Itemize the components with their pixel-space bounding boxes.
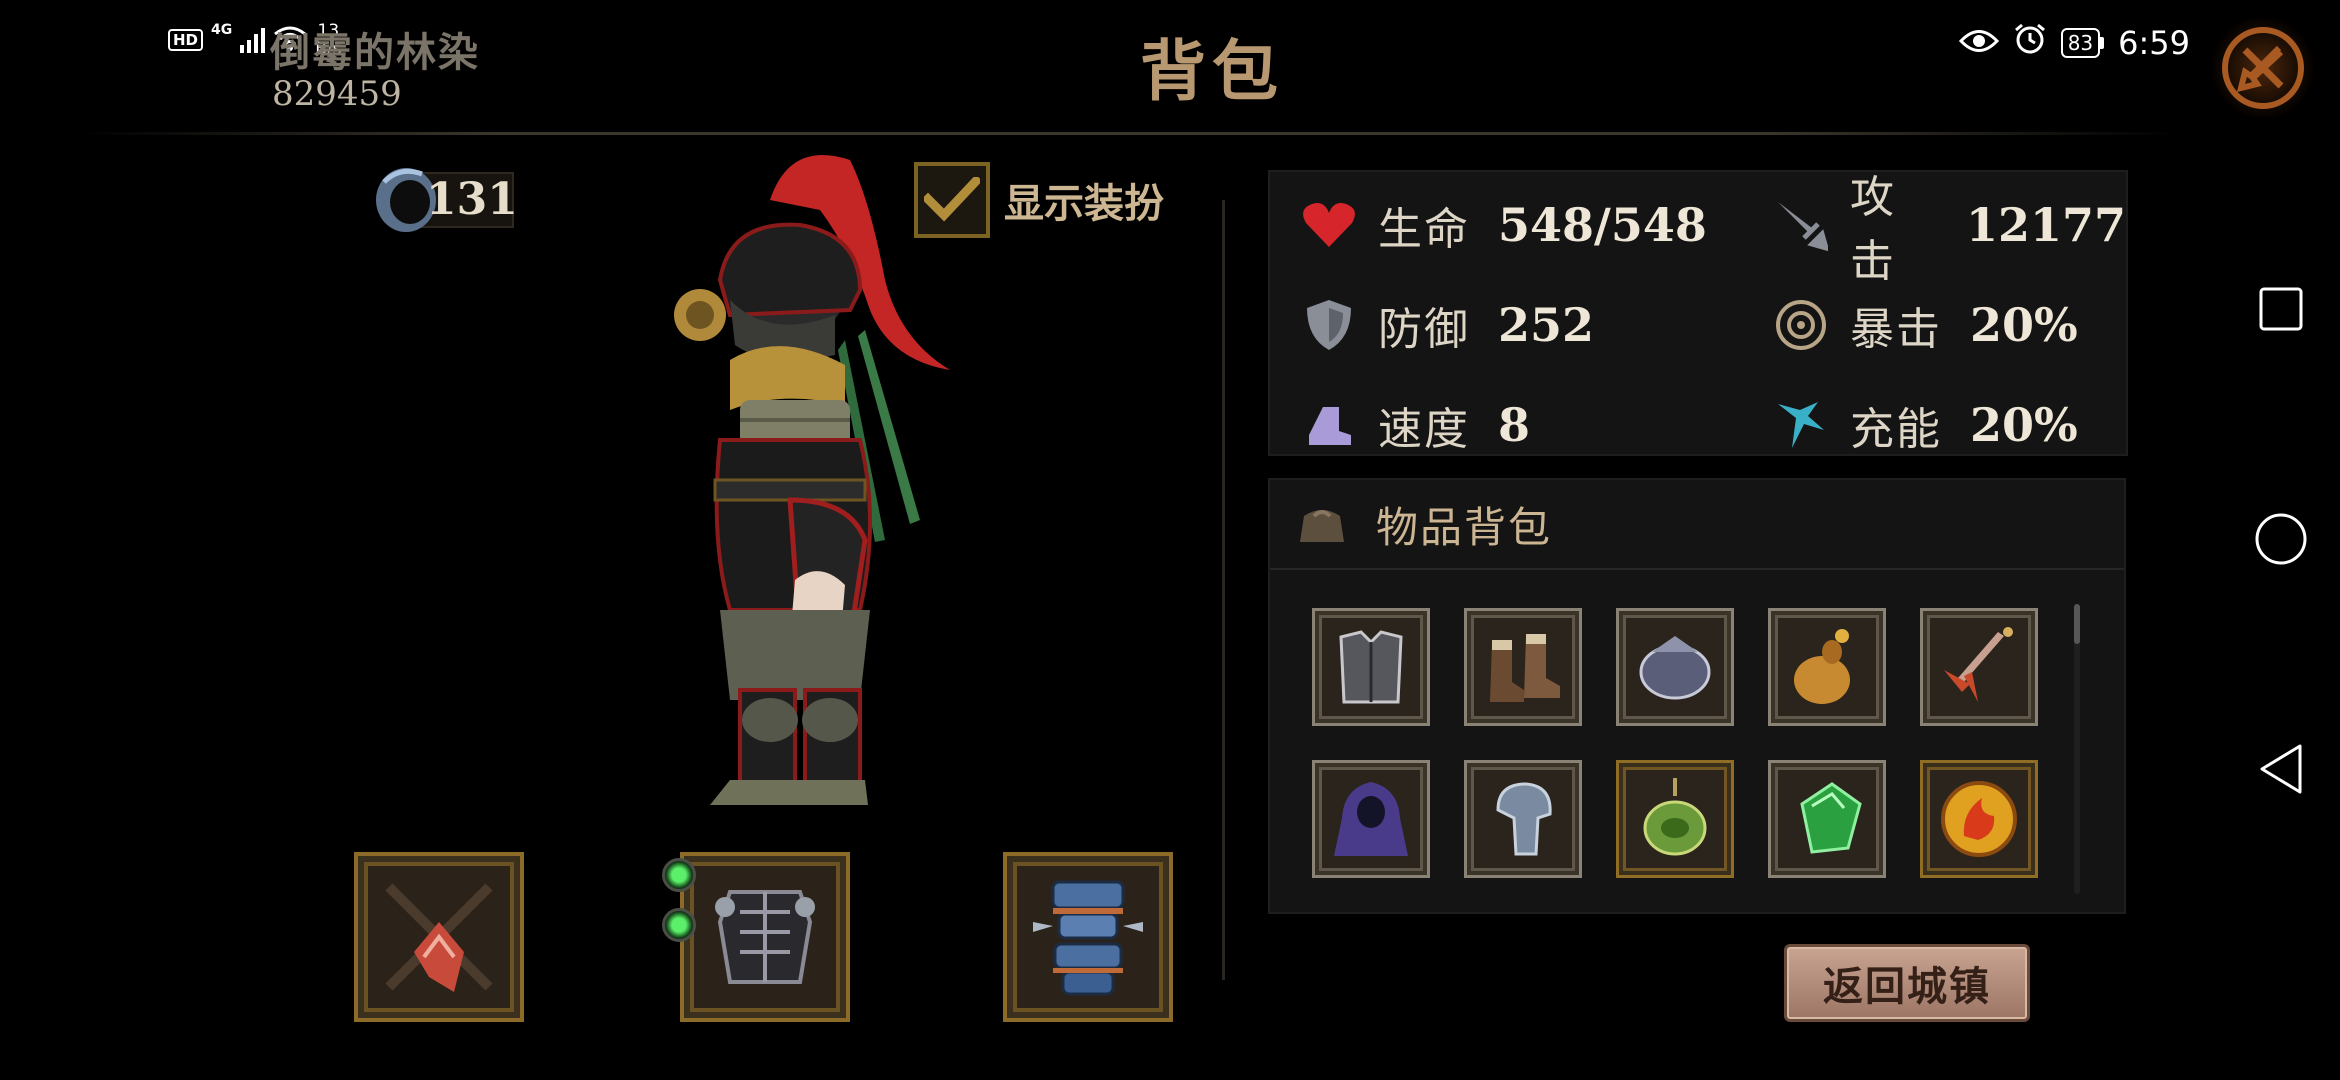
stat-defense-value: 252 (1498, 298, 1595, 352)
stat-attack-value: 12177 (1965, 198, 2126, 252)
crit-target-icon (1774, 298, 1828, 352)
stat-speed: 速度 8 (1302, 380, 1530, 470)
network-label: 4G (211, 22, 233, 38)
speed-boot-icon (1302, 398, 1356, 452)
stat-speed-label: 速度 (1378, 404, 1470, 455)
inventory-header: 物品背包 (1270, 480, 2124, 570)
blue-greaves-icon (1033, 880, 1143, 996)
show-outfit-toggle[interactable]: 显示装扮 (914, 162, 1164, 238)
inventory-item[interactable] (1464, 608, 1582, 726)
stats-panel: 生命 548/548 攻击 12177 防御 252 暴击 20% 速度 8 充… (1268, 170, 2128, 456)
inventory-item[interactable] (1616, 608, 1734, 726)
stat-attack: 攻击 12177 (1774, 172, 2126, 287)
show-outfit-label: 显示装扮 (1004, 180, 1164, 227)
stat-speed-value: 8 (1498, 398, 1531, 452)
bag-icon (1300, 510, 1344, 542)
inventory-grid (1312, 608, 2038, 878)
green-gem-icon (1800, 782, 1862, 854)
player-name: 倒霉的林染 (270, 29, 480, 76)
stat-defense-label: 防御 (1378, 304, 1470, 355)
stat-charge-value: 20% (1970, 398, 2078, 452)
signal-icon (240, 27, 266, 53)
inventory-item[interactable] (1616, 760, 1734, 878)
stat-attack-label: 攻击 (1850, 172, 1896, 287)
helmet-icon (1496, 782, 1552, 856)
triangle-back-icon (2260, 744, 2302, 794)
stat-hp-value: 548/548 (1498, 198, 1707, 252)
currency-value: 131 (426, 174, 518, 225)
scrollbar-thumb[interactable] (2074, 604, 2080, 644)
gem-socket-2 (662, 908, 696, 942)
header-divider (80, 132, 2180, 135)
eye-icon (1958, 24, 1999, 62)
square-icon (2259, 287, 2303, 331)
status-right: 83 6:59 (1958, 22, 2190, 64)
stat-charge-label: 充能 (1850, 404, 1942, 455)
inventory-scrollbar[interactable] (2074, 604, 2080, 894)
equip-slot-armor[interactable] (680, 852, 850, 1022)
recent-apps-button[interactable] (2254, 282, 2308, 336)
shield-icon (1302, 298, 1356, 352)
circle-icon (2255, 513, 2307, 565)
chest-armor-icon (1339, 630, 1403, 704)
dark-armor-icon (715, 890, 815, 984)
inventory-item[interactable] (1312, 760, 1430, 878)
currency-counter: 131 (370, 160, 518, 232)
home-button[interactable] (2254, 512, 2308, 566)
inventory-title: 物品背包 (1376, 502, 1553, 552)
fire-coin-icon (1941, 781, 2017, 857)
clock: 6:59 (2118, 24, 2190, 62)
stat-crit-value: 20% (1970, 298, 2078, 352)
close-icon (2222, 27, 2304, 109)
close-button[interactable] (2208, 18, 2318, 118)
gourd-potion-icon (1794, 629, 1850, 704)
sword-icon (1774, 198, 1828, 252)
stat-crit: 暴击 20% (1774, 280, 2078, 370)
hooded-cloak-icon (1334, 782, 1408, 856)
inventory-item[interactable] (1464, 760, 1582, 878)
alarm-icon (2013, 22, 2047, 64)
charge-wing-icon (1774, 398, 1828, 452)
player-id: 829459 (272, 74, 402, 114)
gauntlet-icon (1639, 636, 1711, 700)
boots-icon (1490, 634, 1560, 702)
dagger-icon (1944, 627, 2013, 702)
checkmark-icon (924, 177, 980, 222)
inventory-item[interactable] (1920, 760, 2038, 878)
stat-hp: 生命 548/548 (1302, 180, 1707, 270)
show-outfit-checkbox[interactable] (914, 162, 990, 238)
inventory-panel: 物品背包 (1268, 478, 2126, 914)
equip-slot-boots[interactable] (1003, 852, 1173, 1022)
inventory-item[interactable] (1312, 608, 1430, 726)
page-title: 背包 (1140, 32, 1284, 110)
gem-socket-1 (662, 858, 696, 892)
battery-indicator: 83 (2060, 28, 2105, 58)
stat-defense: 防御 252 (1302, 280, 1594, 370)
equip-slot-weapon[interactable] (354, 852, 524, 1022)
battery-level: 83 (2060, 28, 2101, 58)
inventory-item[interactable] (1768, 608, 1886, 726)
stat-charge: 充能 20% (1774, 380, 2078, 470)
hd-badge: HD (168, 29, 204, 51)
crossed-weapons-icon (385, 883, 493, 992)
stat-hp-label: 生命 (1378, 204, 1470, 255)
return-to-town-button[interactable]: 返回城镇 (1784, 944, 2030, 1022)
stat-crit-label: 暴击 (1850, 304, 1942, 355)
inventory-item[interactable] (1768, 760, 1886, 878)
vertical-divider (1222, 200, 1225, 980)
heart-icon (1302, 198, 1356, 252)
back-button[interactable] (2254, 742, 2308, 796)
inventory-item[interactable] (1920, 608, 2038, 726)
green-amulet-icon (1643, 778, 1707, 856)
character-model (620, 140, 980, 820)
